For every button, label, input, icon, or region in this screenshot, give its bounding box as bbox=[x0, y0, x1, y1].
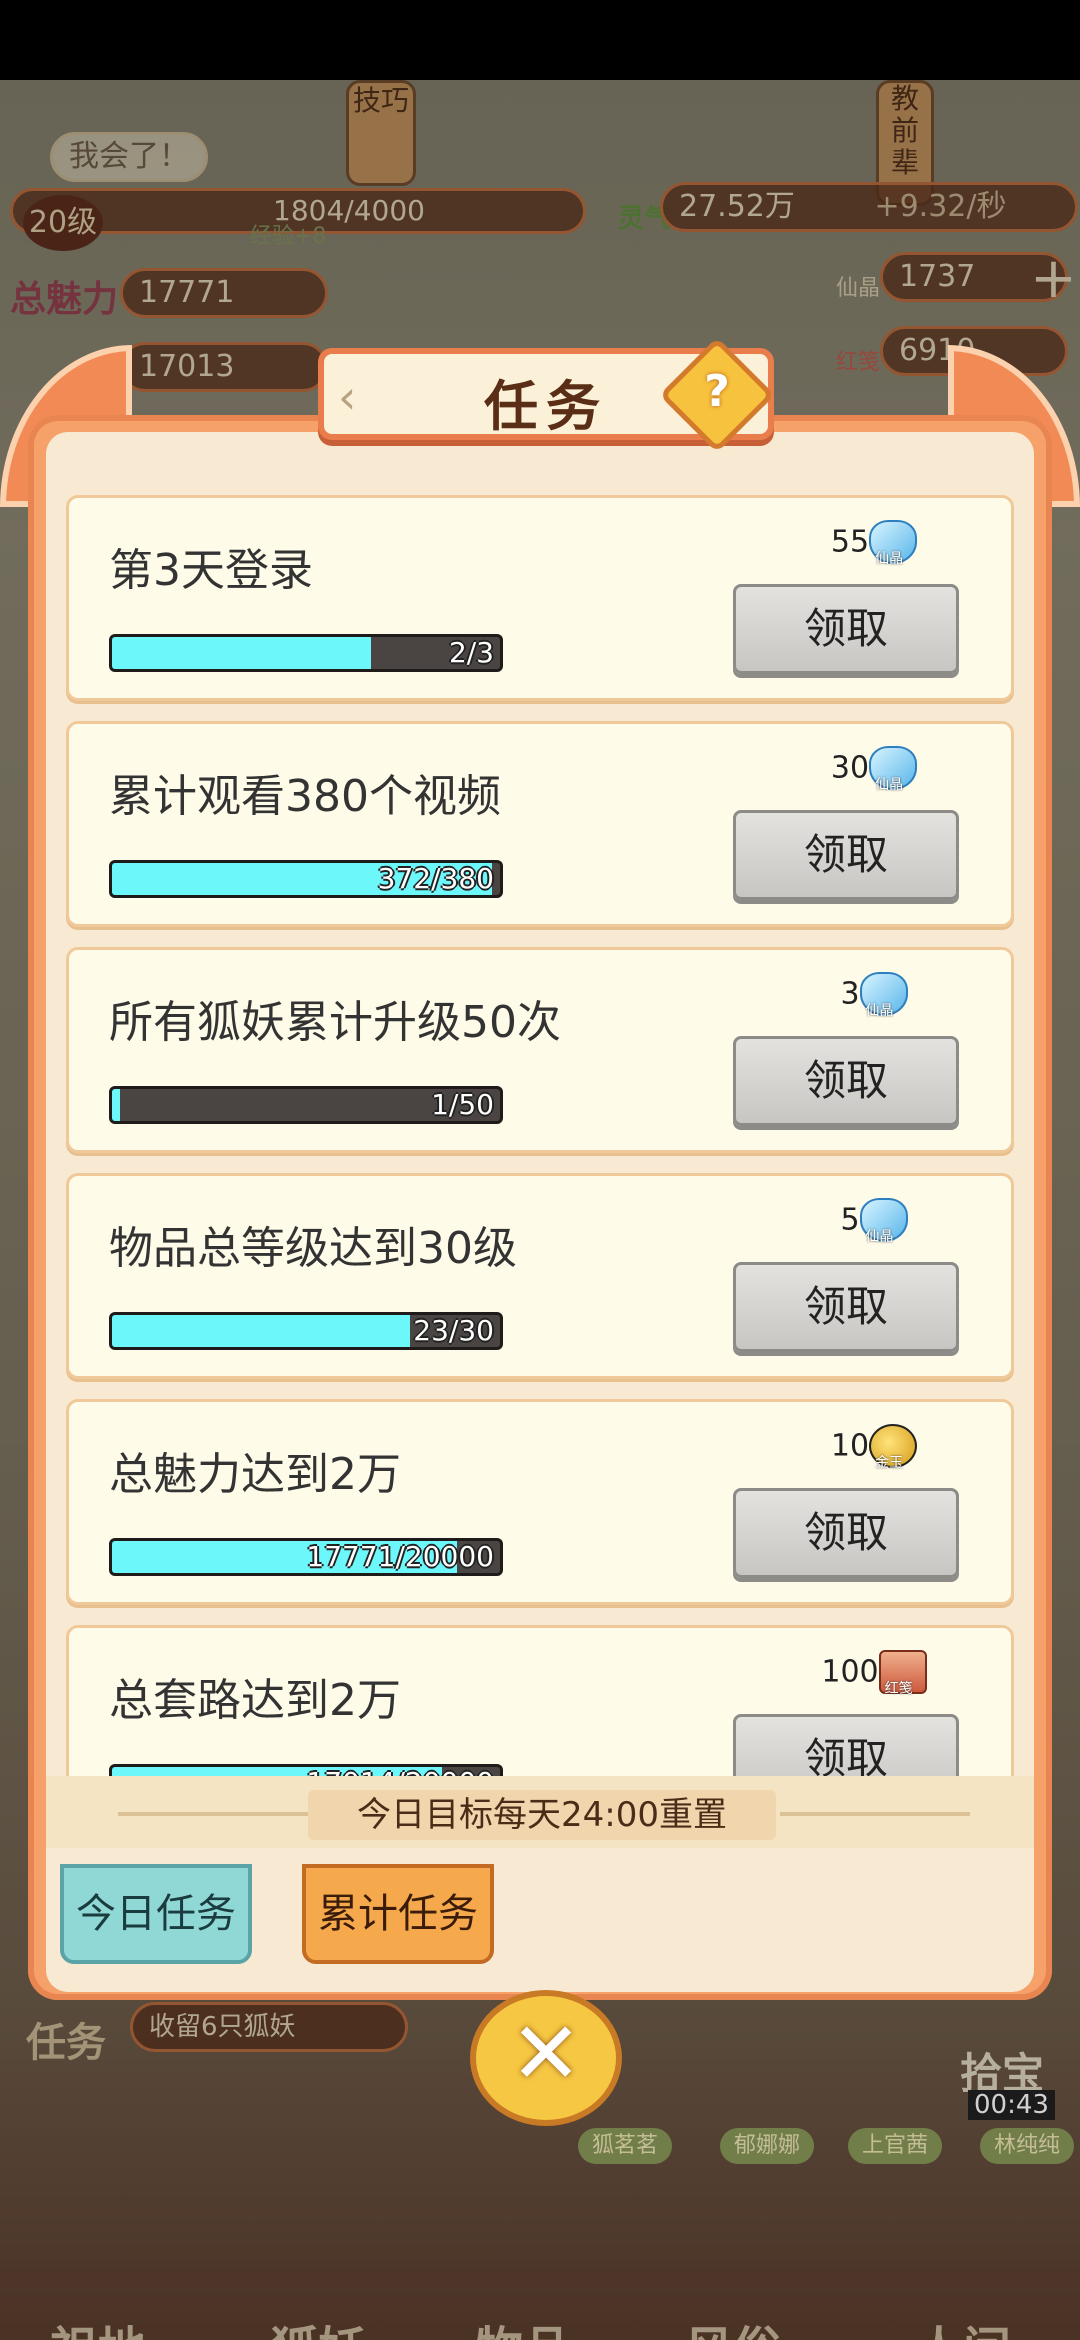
claim-button[interactable]: 领取 bbox=[733, 810, 959, 900]
progress-text: 17014/20000 bbox=[306, 1767, 494, 1776]
reward-amount: 3 bbox=[840, 976, 860, 1012]
progress-text: 2/3 bbox=[448, 636, 494, 669]
gem-icon: 仙晶 bbox=[869, 746, 918, 793]
task-progress-bar: 17771/20000 bbox=[109, 1538, 503, 1576]
task-reward: 10 金玉 bbox=[789, 1424, 959, 1471]
task-card: 物品总等级达到30级 23/30 5 仙晶 领取 bbox=[66, 1173, 1014, 1379]
reward-amount: 5 bbox=[840, 1202, 860, 1238]
reward-amount: 30 bbox=[830, 750, 870, 786]
task-title: 总套路达到2万 bbox=[109, 1675, 401, 1726]
task-progress-bar: 17014/20000 bbox=[109, 1764, 503, 1776]
task-card: 第3天登录 2/3 55 仙晶 领取 bbox=[66, 495, 1014, 701]
task-title: 物品总等级达到30级 bbox=[109, 1223, 517, 1274]
gold-jade-icon: 金玉 bbox=[869, 1424, 918, 1471]
progress-text: 17771/20000 bbox=[306, 1540, 494, 1573]
progress-fill bbox=[112, 1315, 410, 1347]
red-paper-icon: 红笺 bbox=[878, 1650, 927, 1697]
tab-cumulative-tasks[interactable]: 累计任务 bbox=[302, 1864, 494, 1964]
close-icon[interactable]: ✕ bbox=[470, 1992, 622, 2116]
task-progress-bar: 372/380 bbox=[109, 860, 503, 898]
progress-text: 372/380 bbox=[377, 862, 494, 895]
progress-fill bbox=[112, 637, 371, 669]
claim-button[interactable]: 领取 bbox=[733, 1714, 959, 1776]
task-progress-bar: 1/50 bbox=[109, 1086, 503, 1124]
task-progress-bar: 2/3 bbox=[109, 634, 503, 672]
task-reward: 5 仙晶 bbox=[789, 1198, 959, 1245]
divider bbox=[118, 1812, 308, 1816]
claim-button[interactable]: 领取 bbox=[733, 1036, 959, 1126]
task-title: 所有狐妖累计升级50次 bbox=[109, 997, 561, 1048]
task-title: 累计观看380个视频 bbox=[109, 771, 501, 822]
gem-icon: 仙晶 bbox=[859, 972, 908, 1019]
tab-daily-tasks[interactable]: 今日任务 bbox=[60, 1864, 252, 1964]
task-title: 总魅力达到2万 bbox=[109, 1449, 401, 1500]
question-icon[interactable]: ? bbox=[676, 356, 758, 428]
task-card: 总套路达到2万 17014/20000 100红笺 领取 bbox=[66, 1625, 1014, 1776]
progress-text: 1/50 bbox=[431, 1088, 494, 1121]
task-card: 累计观看380个视频 372/380 30 仙晶 领取 bbox=[66, 721, 1014, 927]
claim-button[interactable]: 领取 bbox=[733, 1262, 959, 1352]
task-title: 第3天登录 bbox=[109, 545, 313, 596]
gem-icon: 仙晶 bbox=[869, 520, 918, 567]
task-card: 总魅力达到2万 17771/20000 10 金玉 领取 bbox=[66, 1399, 1014, 1605]
task-card: 所有狐妖累计升级50次 1/50 3 仙晶 领取 bbox=[66, 947, 1014, 1153]
task-reward: 30 仙晶 bbox=[789, 746, 959, 793]
progress-text: 23/30 bbox=[413, 1314, 494, 1347]
claim-button[interactable]: 领取 bbox=[733, 584, 959, 674]
reward-amount: 10 bbox=[830, 1428, 870, 1464]
reward-amount: 100 bbox=[821, 1654, 879, 1690]
task-list[interactable]: 第3天登录 2/3 55 仙晶 领取 累计观看380个视频 372/380 30 仙… bbox=[66, 492, 1014, 1776]
claim-button[interactable]: 领取 bbox=[733, 1488, 959, 1578]
reset-note: 今日目标每天24:00重置 bbox=[308, 1790, 776, 1840]
task-reward: 100 红笺 bbox=[789, 1650, 959, 1697]
gem-icon: 仙晶 bbox=[859, 1198, 908, 1245]
task-reward: 55 仙晶 bbox=[789, 520, 959, 567]
progress-fill bbox=[112, 1089, 120, 1121]
task-reward: 3 仙晶 bbox=[789, 972, 959, 1019]
reward-amount: 55 bbox=[830, 524, 870, 560]
divider bbox=[780, 1812, 970, 1816]
task-progress-bar: 23/30 bbox=[109, 1312, 503, 1350]
